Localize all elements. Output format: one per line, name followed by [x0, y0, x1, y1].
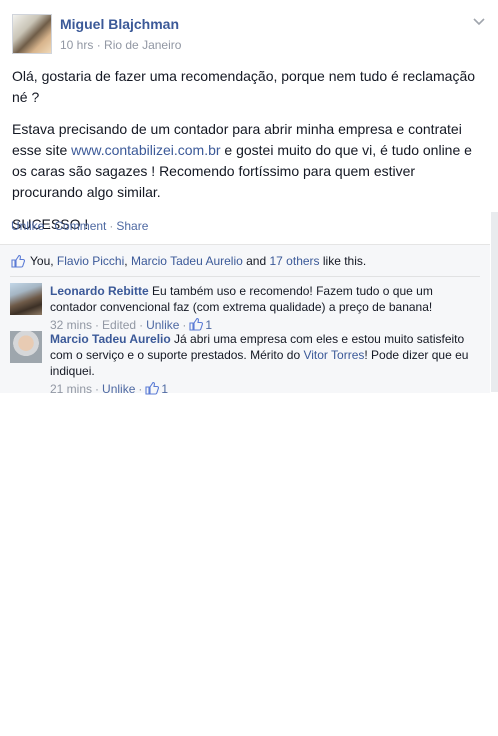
likes-and: and [242, 254, 270, 268]
comment-time[interactable]: 32 mins [50, 318, 92, 332]
scrollbar[interactable] [491, 212, 498, 392]
thumbs-up-icon [11, 254, 25, 268]
commenter-name[interactable]: Marcio Tadeu Aurelio [50, 332, 171, 346]
comment-like-count[interactable]: 1 [205, 318, 212, 332]
comment-unlike-button[interactable]: Unlike [146, 318, 179, 332]
unlike-button[interactable]: Unlike [11, 219, 44, 233]
meta-dot: · [95, 382, 100, 396]
post-actions: Unlike · Comment · Share [11, 219, 148, 233]
likes-summary: You, Flavio Picchi, Marcio Tadeu Aurelio… [11, 253, 366, 269]
chevron-down-icon[interactable] [472, 15, 486, 29]
likes-you: You [30, 254, 51, 268]
thumbs-up-icon[interactable] [189, 317, 204, 331]
meta-dot: · [96, 38, 101, 52]
post-location[interactable]: Rio de Janeiro [104, 38, 181, 52]
commenter-avatar[interactable] [10, 283, 42, 315]
post-author-name[interactable]: Miguel Blajchman [60, 16, 179, 32]
liker-name[interactable]: Marcio Tadeu Aurelio [131, 254, 243, 268]
post-paragraph: Olá, gostaria de fazer uma recomendação,… [12, 68, 476, 105]
comment-like-count[interactable]: 1 [161, 382, 168, 396]
comment-time[interactable]: 21 mins [50, 382, 92, 396]
share-button[interactable]: Share [116, 219, 148, 233]
commenter-name[interactable]: Leonardo Rebitte [50, 284, 149, 298]
feedback-section: You, Flavio Picchi, Marcio Tadeu Aurelio… [0, 244, 490, 396]
comment-unlike-button[interactable]: Unlike [102, 382, 135, 396]
likes-sep: , [50, 254, 57, 268]
likes-suffix: like this. [319, 254, 367, 268]
meta-dot: · [95, 318, 100, 332]
commenter-avatar[interactable] [10, 331, 42, 363]
meta-dot: · [47, 219, 52, 233]
post-paragraph: Estava precisando de um contador para ab… [12, 119, 480, 203]
feed-post: Miguel Blajchman 10 hrs · Rio de Janeiro… [0, 0, 498, 396]
comment-button[interactable]: Comment [54, 219, 106, 233]
meta-dot: · [182, 318, 187, 332]
comment-body: Marcio Tadeu Aurelio Já abri uma empresa… [50, 331, 480, 379]
liker-name[interactable]: Flavio Picchi [57, 254, 124, 268]
mention-link[interactable]: Vitor Torres [303, 348, 364, 362]
others-likes-link[interactable]: 17 others [270, 254, 320, 268]
divider [10, 276, 480, 277]
likes-sep: , [124, 254, 131, 268]
author-avatar[interactable] [12, 14, 52, 54]
post-meta: 10 hrs · Rio de Janeiro [60, 38, 181, 52]
thumbs-up-icon[interactable] [145, 381, 160, 395]
meta-dot: · [139, 318, 144, 332]
meta-dot: · [109, 219, 114, 233]
comment-body: Leonardo Rebitte Eu também uso e recomen… [50, 283, 480, 315]
comment-edited[interactable]: Edited [102, 318, 136, 332]
post-time[interactable]: 10 hrs [60, 38, 93, 52]
meta-dot: · [138, 382, 143, 396]
external-link[interactable]: www.contabilizei.com.br [71, 142, 220, 158]
comment-meta: 21 mins · Unlike · 1 [50, 381, 168, 397]
